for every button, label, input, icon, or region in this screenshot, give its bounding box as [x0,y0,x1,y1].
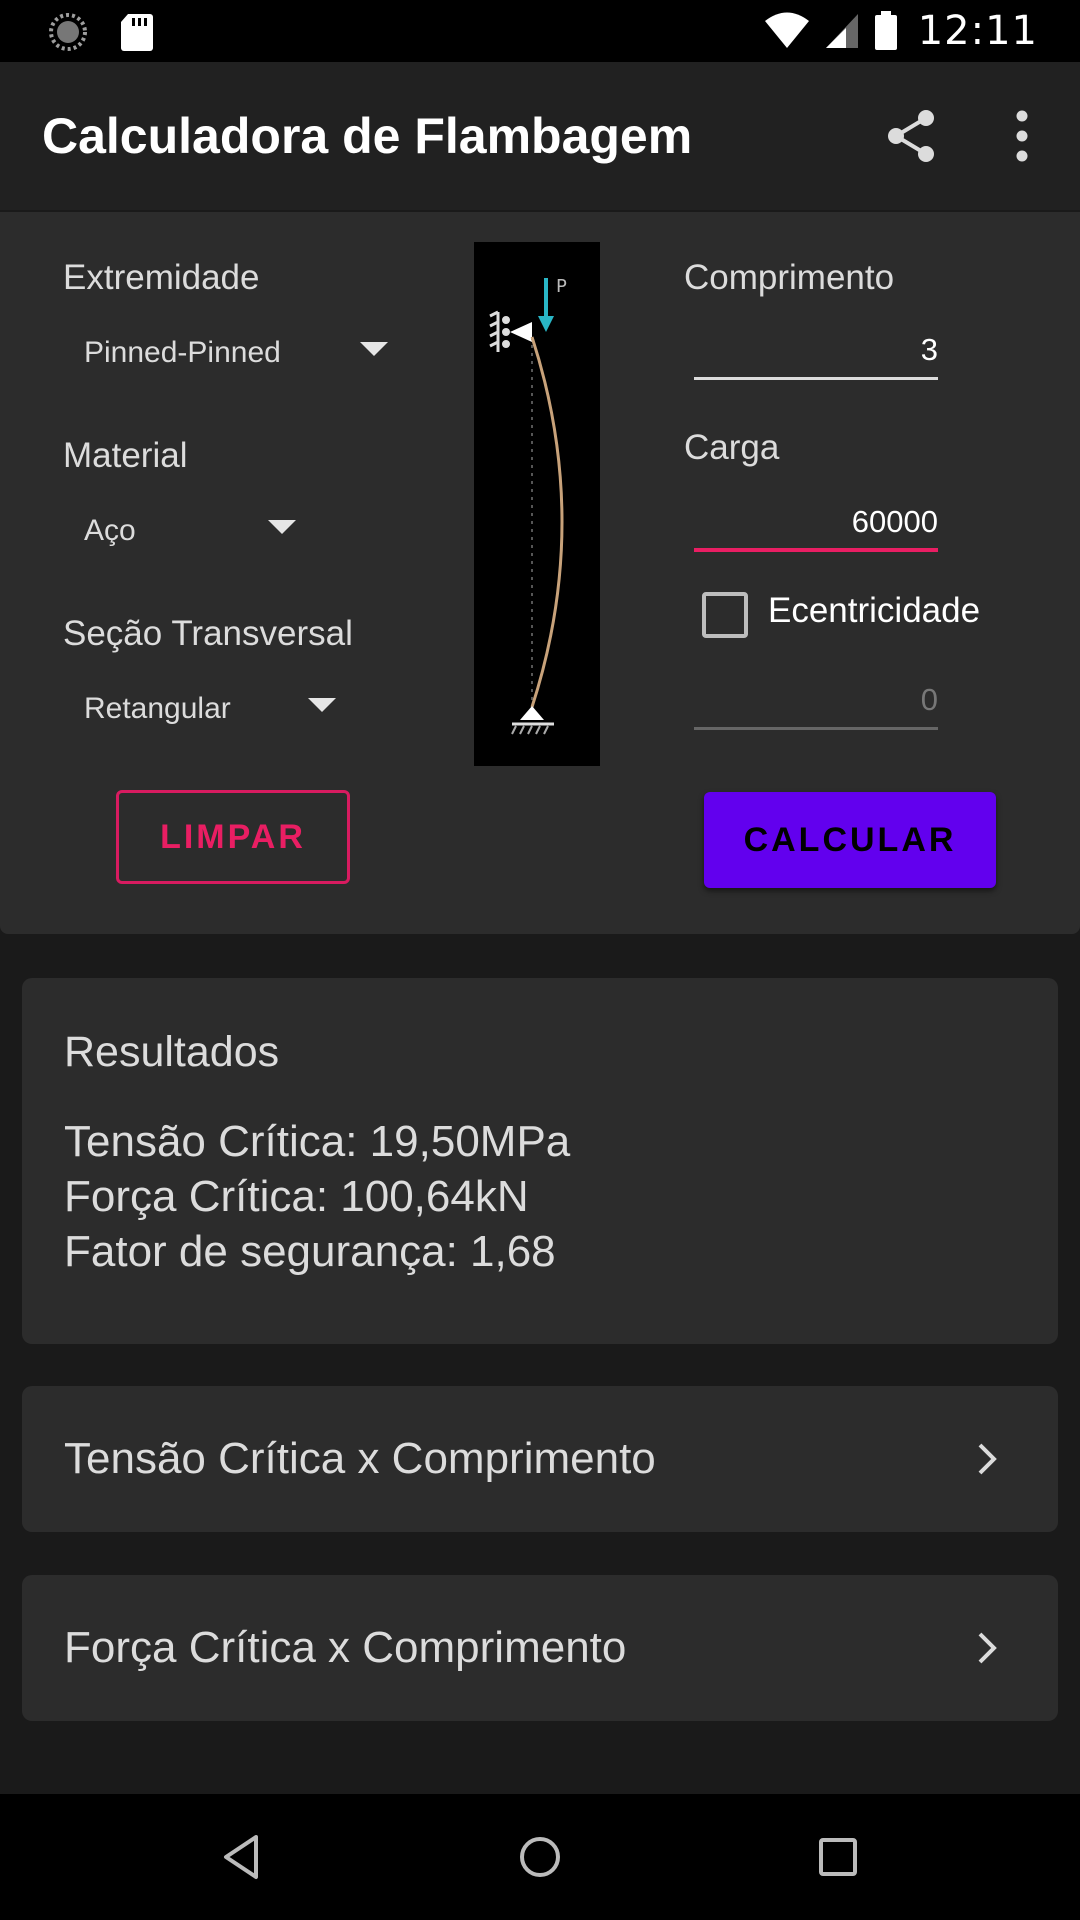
secao-spinner[interactable]: Retangular [84,684,344,734]
results-title: Resultados [64,1028,280,1076]
results-lines: Tensão Crítica: 19,50MPa Força Crítica: … [64,1114,570,1279]
tensao-comprimento-link[interactable]: Tensão Crítica x Comprimento [22,1386,1058,1532]
secao-label: Seção Transversal [63,614,353,653]
wifi-icon [764,12,809,48]
navigation-bar [0,1794,1080,1920]
material-value: Aço [84,514,136,547]
clock: 12:11 [917,8,1038,54]
secao-value: Retangular [84,692,231,725]
chevron-right-icon [978,1443,997,1475]
signal-icon [825,14,858,48]
material-label: Material [63,436,188,475]
ecentricidade-label[interactable]: Ecentricidade [768,591,980,631]
extremidade-spinner[interactable]: Pinned-Pinned [84,328,394,378]
share-icon[interactable] [882,106,942,166]
status-bar: 12:11 [0,0,1080,62]
home-icon[interactable] [510,1827,570,1887]
fator-seguranca: Fator de segurança: 1,68 [64,1227,556,1276]
forca-critica: Força Crítica: 100,64kN [64,1172,529,1221]
sd-card-icon [121,14,153,51]
ecentricidade-input[interactable]: 0 [694,670,938,730]
carga-value: 60000 [851,504,938,539]
dropdown-arrow-icon [308,698,336,712]
more-vert-icon[interactable] [1000,106,1044,166]
link-label: Força Crítica x Comprimento [64,1623,627,1672]
app-bar: Calculadora de Flambagem [0,62,1080,210]
dropdown-arrow-icon [360,342,388,356]
recents-icon[interactable] [808,1827,868,1887]
forca-comprimento-link[interactable]: Força Crítica x Comprimento [22,1575,1058,1721]
column-diagram: P [474,242,600,766]
loading-icon [49,13,87,51]
back-icon[interactable] [212,1827,272,1887]
load-label: P [556,276,567,297]
comprimento-label: Comprimento [684,258,895,297]
battery-icon [874,11,897,50]
limpar-button[interactable]: LIMPAR [116,790,350,884]
extremidade-label: Extremidade [63,258,260,297]
app-title: Calculadora de Flambagem [42,108,693,164]
ecentricidade-value: 0 [920,682,938,717]
calcular-button[interactable]: CALCULAR [704,792,996,888]
carga-label: Carga [684,428,780,467]
dropdown-arrow-icon [268,520,296,534]
tensao-critica: Tensão Crítica: 19,50MPa [64,1117,571,1166]
link-label: Tensão Crítica x Comprimento [64,1434,656,1483]
extremidade-value: Pinned-Pinned [84,336,281,369]
material-spinner[interactable]: Aço [84,506,304,556]
comprimento-input[interactable]: 3 [694,320,938,380]
results-card: Resultados Tensão Crítica: 19,50MPa Forç… [22,978,1058,1344]
comprimento-value: 3 [920,332,938,367]
ecentricidade-checkbox[interactable] [702,592,748,638]
carga-input[interactable]: 60000 [694,492,938,552]
chevron-right-icon [978,1632,997,1664]
